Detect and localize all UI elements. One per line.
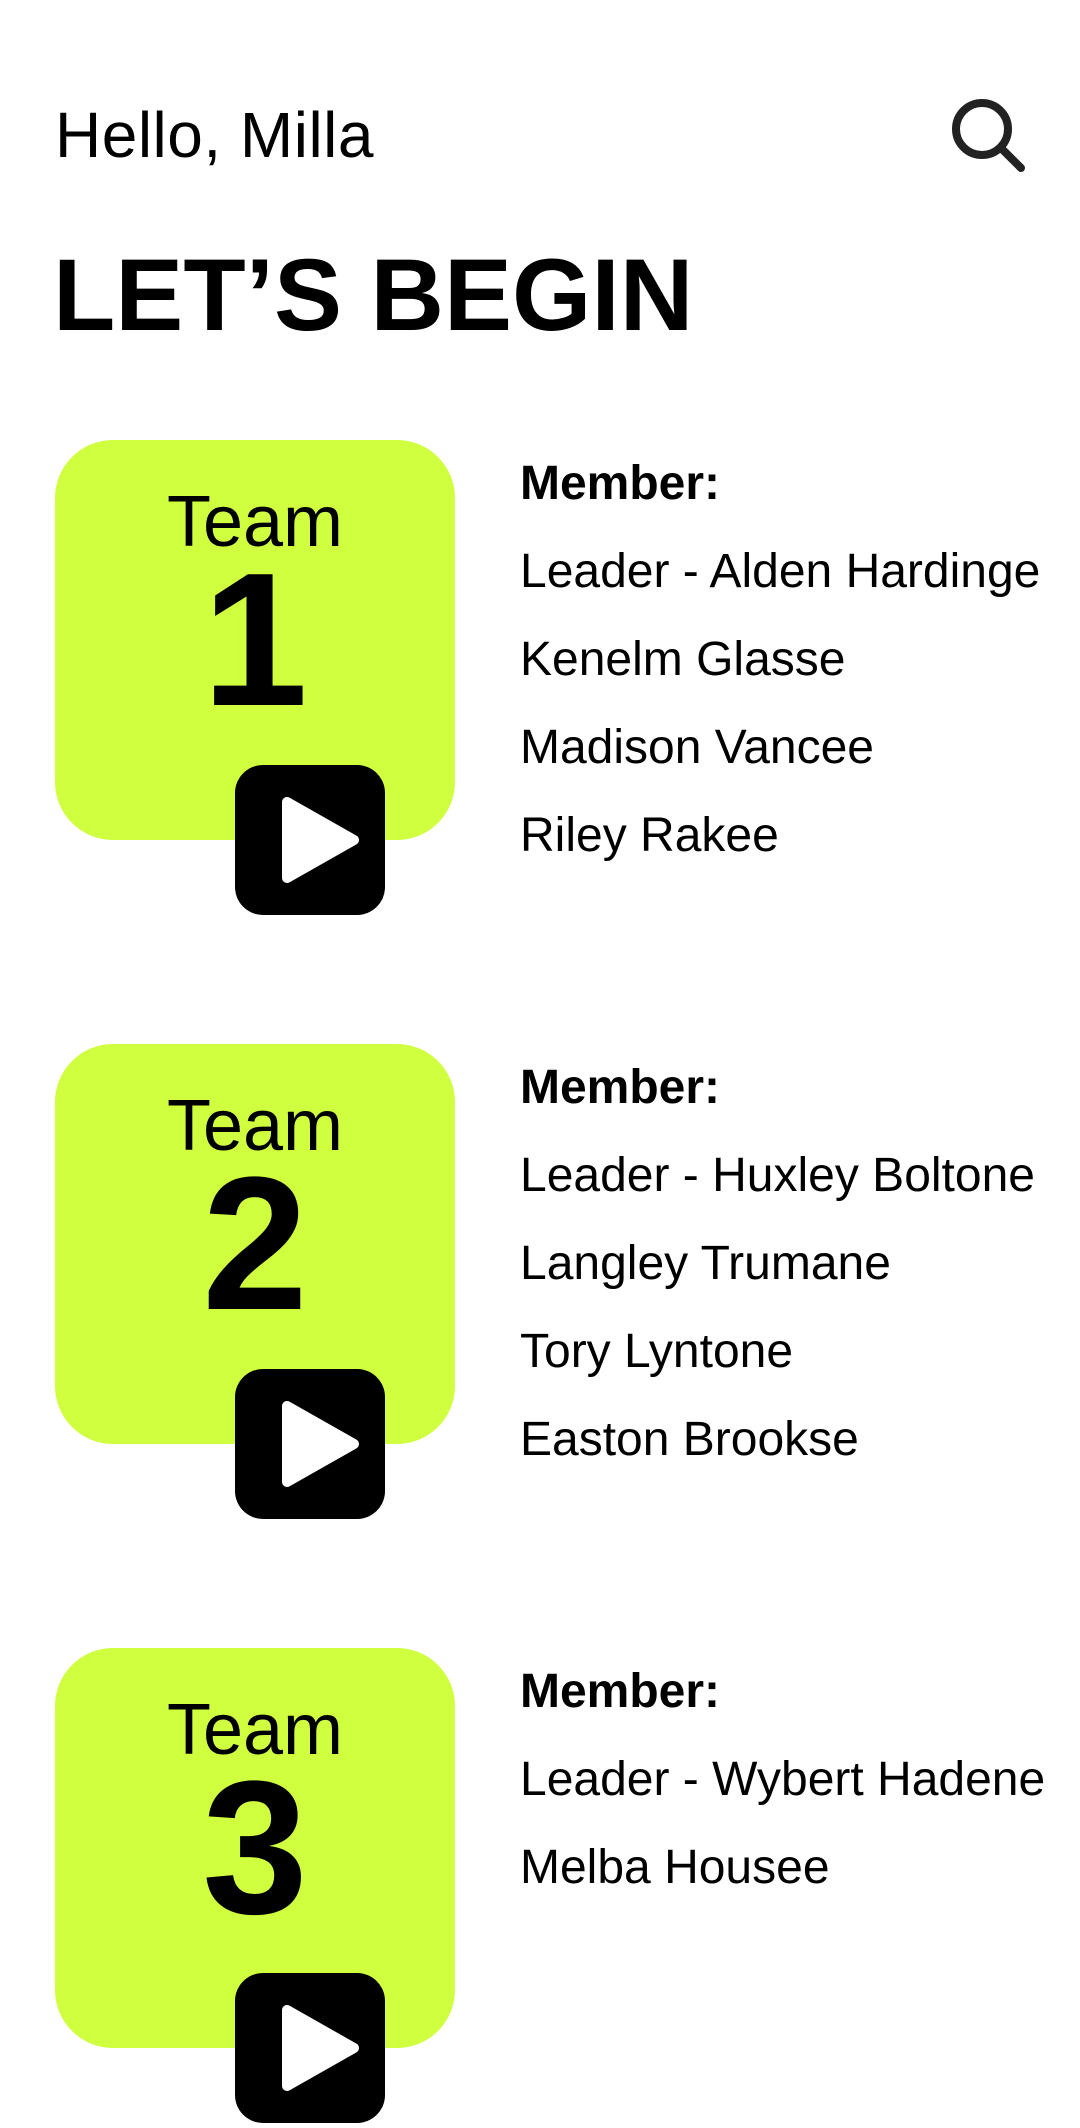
member-name: Riley Rakee <box>520 809 779 862</box>
team-card[interactable]: Team 1 <box>55 440 455 915</box>
team-card[interactable]: Team 2 <box>55 1044 455 1519</box>
member-heading: Member: <box>520 1061 721 1114</box>
play-button[interactable] <box>235 765 385 915</box>
team-number: 2 <box>202 1138 308 1350</box>
member-leader: Leader - Wybert Hadene <box>520 1753 1046 1806</box>
team-card[interactable]: Team 3 <box>55 1648 455 2123</box>
member-heading: Member: <box>520 1665 721 1718</box>
search-icon <box>952 99 1025 172</box>
team-section: Team 2 Member: Leader - Huxley Boltone L… <box>0 1044 1080 1524</box>
member-name: Madison Vancee <box>520 721 874 774</box>
search-button[interactable] <box>948 95 1028 175</box>
member-list: Member: Leader - Alden Hardinge Kenelm G… <box>520 440 1080 880</box>
team-number: 1 <box>202 534 308 746</box>
member-name: Langley Trumane <box>520 1237 891 1290</box>
page-title: LET’S BEGIN <box>53 238 694 352</box>
greeting: Hello, Milla <box>55 99 374 171</box>
member-list: Member: Leader - Wybert Hadene Melba Hou… <box>520 1648 1080 1912</box>
member-leader: Leader - Alden Hardinge <box>520 545 1041 598</box>
play-button[interactable] <box>235 1973 385 2123</box>
member-heading: Member: <box>520 457 721 510</box>
member-name: Tory Lyntone <box>520 1325 794 1378</box>
member-name: Kenelm Glasse <box>520 633 846 686</box>
member-list: Member: Leader - Huxley Boltone Langley … <box>520 1044 1080 1484</box>
member-leader: Leader - Huxley Boltone <box>520 1149 1035 1202</box>
team-section: Team 3 Member: Leader - Wybert Hadene Me… <box>0 1648 1080 2128</box>
team-number: 3 <box>202 1742 308 1954</box>
play-icon <box>282 797 359 883</box>
member-name: Easton Brookse <box>520 1413 859 1466</box>
play-button[interactable] <box>235 1369 385 1519</box>
play-icon <box>282 1401 359 1487</box>
member-name: Melba Housee <box>520 1841 830 1894</box>
team-section: Team 1 Member: Leader - Alden Hardinge K… <box>0 440 1080 920</box>
play-icon <box>282 2005 359 2091</box>
